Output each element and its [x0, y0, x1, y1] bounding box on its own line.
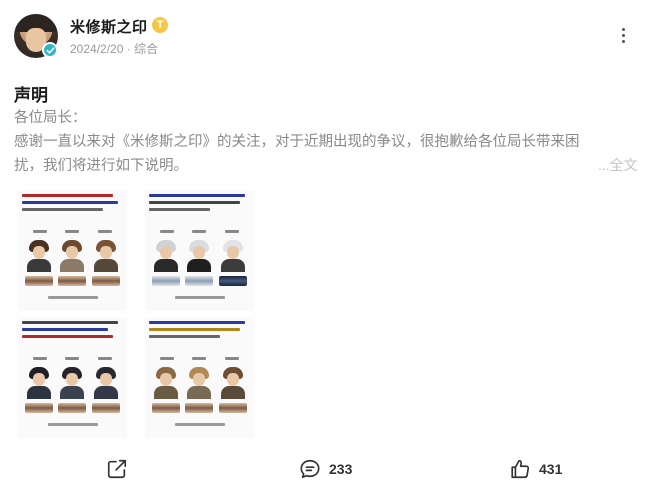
image-thumbnail[interactable]: [18, 190, 127, 311]
more-vertical-icon[interactable]: [619, 28, 627, 44]
post-greeting: 各位局长：: [14, 110, 87, 126]
comment-button[interactable]: 233: [299, 458, 352, 480]
post-date: 2024/2/20: [70, 42, 124, 56]
comment-count: 233: [329, 461, 353, 477]
post-category[interactable]: 综合: [134, 40, 158, 57]
post-meta: 2024/2/20 · 综合: [70, 40, 158, 57]
like-icon: [511, 459, 530, 479]
full-text-link[interactable]: ...全文: [594, 155, 638, 175]
verified-icon: [42, 42, 58, 58]
image-thumbnail[interactable]: [145, 190, 254, 311]
post-body-line: 扰，我们将进行如下说明。: [14, 158, 188, 174]
post-body: 各位局长： 感谢一直以来对《米修斯之印》的关注，对于近期出现的争议，很抱歉给各位…: [14, 106, 636, 178]
like-count: 431: [539, 461, 563, 477]
share-icon: [107, 459, 127, 479]
meta-separator: ·: [126, 42, 131, 56]
image-thumbnail[interactable]: [18, 317, 127, 438]
like-button[interactable]: 431: [509, 458, 562, 480]
post-body-line: 感谢一直以来对《米修斯之印》的关注，对于近期出现的争议，很抱歉给各位局长带来困: [14, 134, 580, 150]
author-badge: T: [152, 17, 168, 33]
comment-icon: [300, 459, 320, 479]
post-card: 米修斯之印 T 2024/2/20 · 综合 声明 各位局长： 感谢一直以来对《…: [0, 0, 661, 503]
post-title: 声明: [14, 86, 48, 105]
author-name[interactable]: 米修斯之印: [70, 16, 148, 37]
share-button[interactable]: [106, 458, 128, 480]
image-grid: [18, 190, 254, 438]
image-thumbnail[interactable]: [145, 317, 254, 438]
